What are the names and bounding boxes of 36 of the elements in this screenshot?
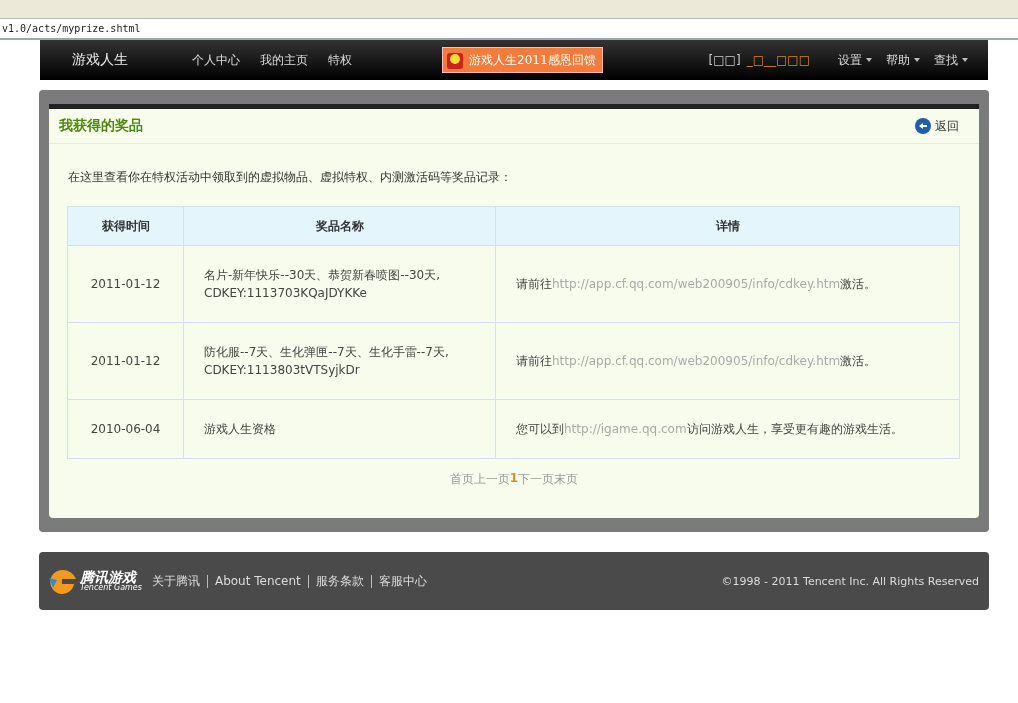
address-bar[interactable]: v1.0/acts/myprize.shtml [0,18,1018,40]
table-cell: 2011-01-12 [90,277,161,291]
copyright-text: ©1998 - 2011 Tencent Inc. All Rights Reserved [721,574,979,588]
intro-text: 在这里查看你在特权活动中领取到的虚拟物品、虚拟特权、内测激活码等奖品记录： [68,169,513,186]
caret-icon [914,58,920,62]
footer-link[interactable]: 客服中心 [378,572,427,590]
nav-link[interactable]: 个人中心 [192,51,240,69]
footer-link[interactable]: 服务条款 [315,572,364,590]
site-logo[interactable]: 游戏人生 [72,51,192,69]
nav-link[interactable]: 我的主页 [260,51,308,69]
logo-subtext: Tencent Games [80,584,142,592]
column-header: 奖品名称 [183,206,496,246]
caret-icon [962,58,968,62]
menu-link[interactable]: 帮助 [886,51,920,69]
logo-icon [47,568,77,594]
footer-link[interactable]: About Tencent [214,574,301,588]
detail-text: 您可以到http://igame.qq.com访问游戏人生，享受更有趣的游戏生活。 [516,422,903,436]
caret-icon [866,58,872,62]
table-cell: 游戏人生资格 [204,422,276,436]
nav-link[interactable]: 特权 [328,51,352,69]
footer-link[interactable]: 关于腾讯 [151,572,200,590]
table-cell: 防化服--7天、生化弹匣--7天、生化手雷--7天, CDKEY:1113803tVTSyjkDr [204,345,449,377]
username-link[interactable]: _□__□□□ [746,53,810,67]
table-cell: 名片-新年快乐--30天、恭贺新春喷图--30天, CDKEY:1113703KQaJDYKKe [204,268,440,300]
menu-link[interactable]: 查找 [934,51,968,69]
column-header: 获得时间 [67,206,184,246]
panel-title: 我获得的奖品 [59,117,143,135]
user-tag: [□□] [708,53,741,67]
table-cell: 2010-06-04 [90,422,161,436]
menu-link[interactable]: 设置 [838,51,872,69]
logo-text: 腾讯游戏 [80,570,138,584]
table-cell: 2011-01-12 [90,354,161,368]
detail-text: 请前往http://app.cf.qq.com/web200905/info/cdkey.htm激活。 [516,277,877,291]
detail-text: 请前往http://app.cf.qq.com/web200905/info/cdkey.htm激活。 [516,354,877,368]
back-link[interactable]: 返回 [915,117,959,135]
column-header: 详情 [495,206,960,246]
